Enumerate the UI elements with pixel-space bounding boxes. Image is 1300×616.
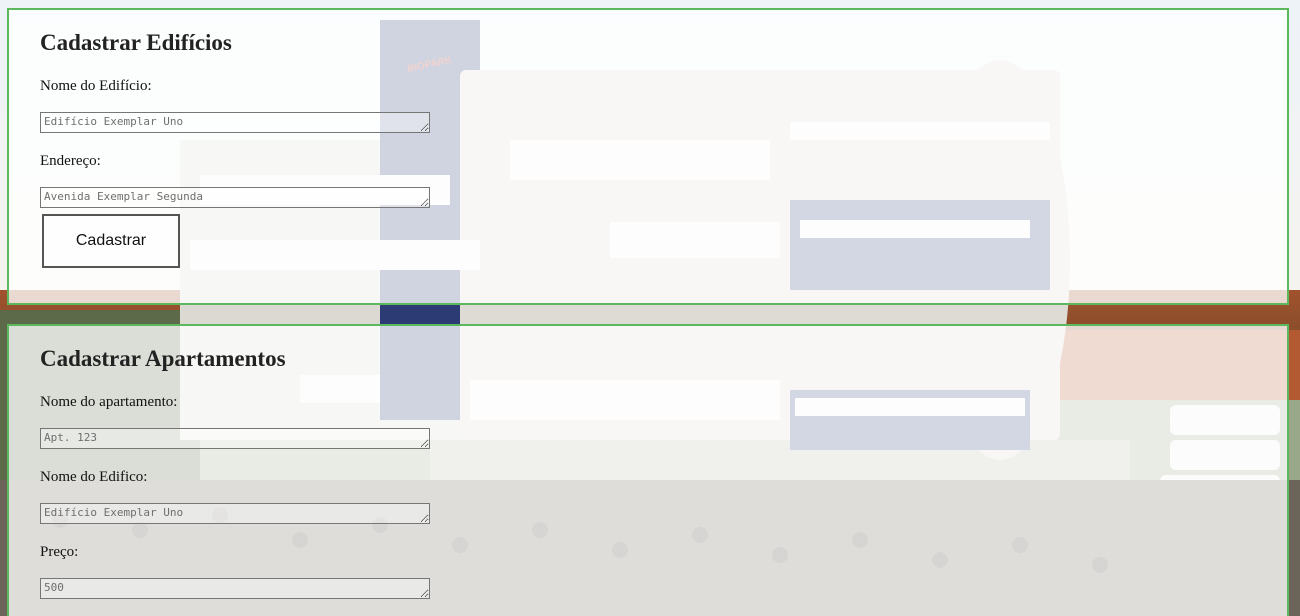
building-name-input[interactable]	[40, 112, 430, 133]
address-input[interactable]	[40, 187, 430, 208]
apartment-building-input[interactable]	[40, 503, 430, 524]
apartment-building-label: Nome do Edifico:	[40, 469, 148, 485]
building-name-label: Nome do Edifício:	[40, 78, 152, 94]
apartment-form: Cadastrar Apartamentos Nome do apartamen…	[7, 324, 1289, 616]
price-label: Preço:	[40, 544, 79, 560]
apartment-name-input[interactable]	[40, 428, 430, 449]
address-label: Endereço:	[40, 153, 101, 169]
apartment-form-title: Cadastrar Apartamentos	[40, 346, 286, 371]
building-form: Cadastrar Edifícios Nome do Edifício: En…	[7, 8, 1289, 305]
price-input[interactable]	[40, 578, 430, 599]
building-form-title: Cadastrar Edifícios	[40, 30, 232, 55]
apartment-name-label: Nome do apartamento:	[40, 394, 178, 410]
cadastrar-button[interactable]: Cadastrar	[42, 214, 180, 268]
